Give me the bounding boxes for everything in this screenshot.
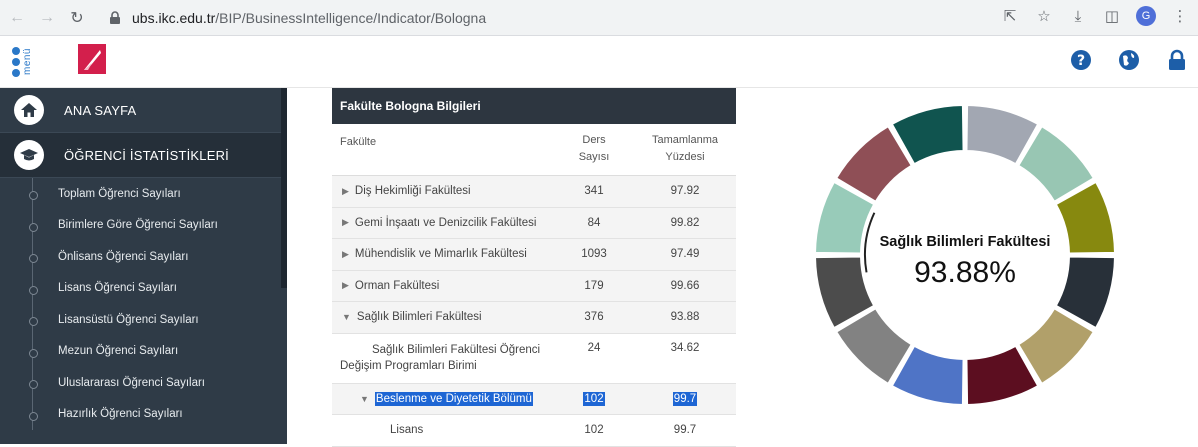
reload-icon[interactable]: ↻ <box>64 5 90 31</box>
download-icon[interactable]: ⤓ <box>1068 6 1088 26</box>
sidebar-item-home[interactable]: ANA SAYFA <box>0 88 287 133</box>
expand-arrow-icon[interactable]: ▶ <box>342 217 349 228</box>
menu-dots-icon <box>12 47 20 77</box>
collapse-arrow-icon[interactable]: ▼ <box>360 394 369 404</box>
help-icon[interactable]: ? <box>1070 49 1092 71</box>
menu-label: menü <box>22 48 33 76</box>
collapse-arrow-icon[interactable]: ▼ <box>342 312 351 322</box>
browser-toolbar: ← → ↻ ubs.ikc.edu.tr /BIP/BusinessIntell… <box>0 0 1198 36</box>
back-icon[interactable]: ← <box>4 5 30 31</box>
forward-icon[interactable]: → <box>34 5 60 31</box>
expand-arrow-icon[interactable]: ▶ <box>342 249 349 260</box>
address-bar[interactable]: ubs.ikc.edu.tr /BIP/BusinessIntelligence… <box>108 4 1008 32</box>
sidebar-item-label: ÖĞRENCİ İSTATİSTİKLERİ <box>64 147 229 163</box>
side-panel-icon[interactable]: ◫ <box>1102 6 1122 26</box>
sidebar-submenu: Toplam Öğrenci Sayıları Birimlere Göre Ö… <box>0 178 287 430</box>
table-row[interactable]: ▶ Diş Hekimliği Fakültesi 341 97.92 <box>332 176 736 208</box>
col-course-count: Ders Sayısı <box>578 134 610 163</box>
sidebar-subitem-graduate[interactable]: Lisansüstü Öğrenci Sayıları <box>0 304 287 336</box>
bologna-table-panel: Fakülte Bologna Bilgileri Fakülte Ders S… <box>332 88 736 447</box>
table-row-expanded[interactable]: ▼ Sağlık Bilimleri Fakültesi 376 93.88 <box>332 302 736 334</box>
sidebar-subitem-total[interactable]: Toplam Öğrenci Sayıları <box>0 178 287 210</box>
padlock-icon <box>110 11 120 24</box>
graduation-cap-icon <box>14 140 44 170</box>
donut-chart: Sağlık Bilimleri Fakültesi 93.88% <box>810 100 1120 410</box>
donut-value: 93.88% <box>914 256 1016 289</box>
panel-title: Fakülte Bologna Bilgileri <box>332 88 736 124</box>
sidebar-subitem-alumni[interactable]: Mezun Öğrenci Sayıları <box>0 336 287 368</box>
expand-arrow-icon[interactable]: ▶ <box>342 280 349 291</box>
sidebar-subitem-bachelor[interactable]: Lisans Öğrenci Sayıları <box>0 273 287 305</box>
profile-avatar[interactable]: G <box>1136 6 1156 26</box>
university-logo[interactable] <box>78 44 106 74</box>
url-path: /BIP/BusinessIntelligence/Indicator/Bolo… <box>215 10 487 26</box>
donut-svg <box>814 104 1116 406</box>
home-icon <box>14 95 44 125</box>
sidebar-subitem-preparatory[interactable]: Hazırlık Öğrenci Sayıları <box>0 399 287 431</box>
globe-icon[interactable] <box>1118 49 1140 71</box>
lock-icon[interactable] <box>1166 49 1188 71</box>
svg-text:?: ? <box>1077 53 1085 69</box>
sidebar-subitem-associate[interactable]: Önlisans Öğrenci Sayıları <box>0 241 287 273</box>
table-row-department[interactable]: ▼ Beslenme ve Diyetetik Bölümü 102 99.7 <box>332 383 736 415</box>
table-row[interactable]: ▶ Orman Fakültesi 179 99.66 <box>332 270 736 302</box>
menu-toggle-button[interactable]: menü <box>12 44 46 80</box>
selected-text: Beslenme ve Diyetetik Bölümü <box>374 391 533 406</box>
sidebar-subitem-by-unit[interactable]: Birimlere Göre Öğrenci Sayıları <box>0 210 287 242</box>
app-header: menü ? <box>0 36 1198 88</box>
donut-title: Sağlık Bilimleri Fakültesi <box>879 234 1051 250</box>
table-row-program[interactable]: Lisans 102 99.7 <box>332 415 736 447</box>
share-icon[interactable]: ⇱ <box>1000 6 1020 26</box>
sidebar-item-student-stats[interactable]: ÖĞRENCİ İSTATİSTİKLERİ <box>0 133 287 178</box>
table-row-subunit[interactable]: Sağlık Bilimleri Fakültesi Öğrenci Değiş… <box>332 333 736 384</box>
kebab-menu-icon[interactable]: ⋮ <box>1170 6 1190 26</box>
url-host: ubs.ikc.edu.tr <box>132 10 216 26</box>
table-row[interactable]: ▶ Gemi İnşaatı ve Denizcilik Fakültesi 84… <box>332 207 736 239</box>
sidebar: ANA SAYFA ÖĞRENCİ İSTATİSTİKLERİ Toplam … <box>0 88 287 444</box>
sidebar-subitem-international[interactable]: Uluslararası Öğrenci Sayıları <box>0 367 287 399</box>
sidebar-item-label: ANA SAYFA <box>64 102 137 118</box>
table-header: Fakülte Ders Sayısı Tamamlanma Yüzdesi <box>332 124 736 176</box>
table-row[interactable]: ▶ Mühendislik ve Mimarlık Fakültesi 1093 … <box>332 239 736 271</box>
expand-arrow-icon[interactable]: ▶ <box>342 186 349 197</box>
col-completion: Tamamlanma Yüzdesi <box>651 134 719 163</box>
col-faculty: Fakülte <box>340 136 377 148</box>
bookmark-star-icon[interactable]: ☆ <box>1034 6 1054 26</box>
